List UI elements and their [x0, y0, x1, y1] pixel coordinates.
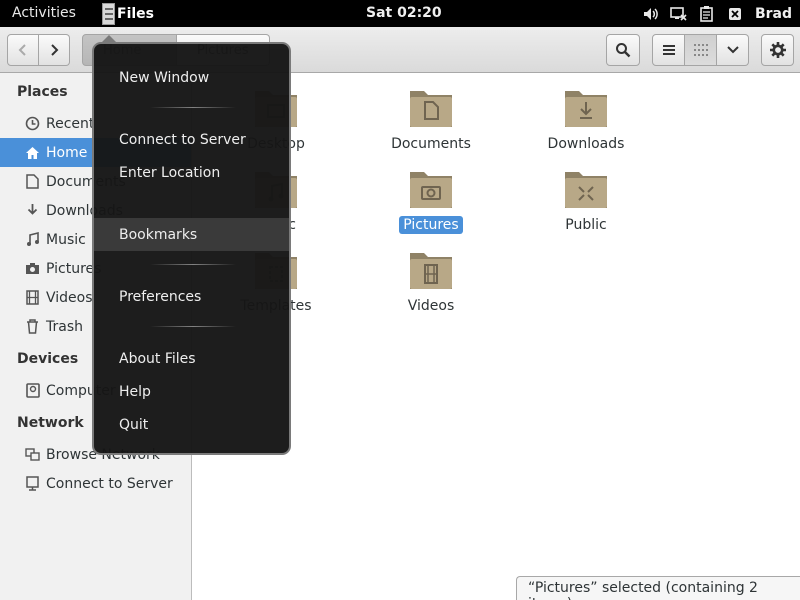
- view-options-button[interactable]: [717, 34, 749, 66]
- chevron-down-icon: [726, 46, 739, 54]
- menu-item-bookmarks[interactable]: Bookmarks: [94, 218, 289, 251]
- sidebar-item-label: Music: [46, 231, 86, 248]
- sidebar-item-connect-to-server[interactable]: Connect to Server: [0, 469, 191, 498]
- file-item-documents[interactable]: Documents: [371, 85, 491, 153]
- menu-item-new-window[interactable]: New Window: [94, 61, 289, 94]
- places-heading: Places: [17, 84, 68, 100]
- menu-item-preferences[interactable]: Preferences: [94, 280, 289, 313]
- file-item-downloads[interactable]: Downloads: [526, 85, 646, 153]
- file-item-label: Documents: [391, 136, 471, 152]
- file-item-label: Videos: [407, 298, 455, 314]
- devices-heading: Devices: [17, 351, 79, 367]
- sidebar-item-label: Recent: [46, 115, 95, 132]
- sidebar-item-label: Connect to Server: [46, 475, 173, 492]
- top-bar: Activities Files Sat 02:20 Brad: [0, 0, 800, 27]
- sidebar-item-label: Home: [46, 144, 88, 161]
- gear-icon: [769, 42, 786, 58]
- app-name: Files: [117, 5, 154, 22]
- forward-button[interactable]: [39, 34, 70, 66]
- camera-icon: [24, 260, 41, 277]
- public-folder-icon: [563, 166, 609, 210]
- document-icon: [24, 173, 41, 190]
- videos-folder-icon: [408, 247, 454, 291]
- back-button[interactable]: [7, 34, 39, 66]
- home-icon: [24, 144, 41, 161]
- menu-item-connect-to-server[interactable]: Connect to Server: [94, 123, 289, 156]
- film-icon: [24, 289, 41, 306]
- menu-item-help[interactable]: Help: [94, 375, 289, 408]
- activities-button[interactable]: Activities: [12, 5, 76, 21]
- sidebar-item-label: Trash: [46, 318, 83, 335]
- menu-separator: [150, 107, 236, 108]
- network-heading: Network: [17, 415, 84, 431]
- user-offline-icon[interactable]: [721, 0, 749, 27]
- clipboard-icon[interactable]: [693, 0, 721, 27]
- menu-item-quit[interactable]: Quit: [94, 408, 289, 441]
- chevron-left-icon: [18, 44, 26, 56]
- menu-item-enter-location[interactable]: Enter Location: [94, 156, 289, 189]
- network-icon: [24, 446, 41, 463]
- file-item-label: Pictures: [399, 216, 463, 234]
- app-menu-button[interactable]: Files: [100, 0, 154, 27]
- music-icon: [24, 231, 41, 248]
- grid-view-button[interactable]: [685, 34, 717, 66]
- file-item-videos[interactable]: Videos: [371, 247, 491, 315]
- menu-separator: [150, 326, 236, 327]
- trash-icon: [24, 318, 41, 335]
- status-bar: “Pictures” selected (containing 2 items): [516, 576, 800, 600]
- sidebar-item-label: Videos: [46, 289, 93, 306]
- server-icon: [24, 475, 41, 492]
- popup-arrow: [100, 35, 118, 44]
- volume-icon[interactable]: [637, 0, 665, 27]
- system-tray: Brad: [637, 0, 792, 27]
- chevron-right-icon: [51, 44, 59, 56]
- download-icon: [24, 202, 41, 219]
- user-menu[interactable]: Brad: [755, 6, 792, 22]
- file-item-pictures[interactable]: Pictures: [371, 166, 491, 234]
- settings-button[interactable]: [761, 34, 794, 66]
- files-app-icon: [100, 2, 116, 26]
- file-item-label: Downloads: [547, 136, 625, 152]
- documents-folder-icon: [408, 85, 454, 129]
- file-item-public[interactable]: Public: [526, 166, 646, 234]
- menu-separator: [150, 264, 236, 265]
- search-button[interactable]: [606, 34, 640, 66]
- search-icon: [616, 43, 631, 58]
- pictures-folder-icon: [408, 166, 454, 210]
- app-menu-popup: New Window Connect to Server Enter Locat…: [92, 35, 291, 455]
- menu-item-about-files[interactable]: About Files: [94, 342, 289, 375]
- grid-icon: [693, 44, 708, 56]
- drive-icon: [24, 382, 41, 399]
- list-view-button[interactable]: [652, 34, 685, 66]
- clock[interactable]: Sat 02:20: [366, 5, 442, 21]
- downloads-folder-icon: [563, 85, 609, 129]
- network-disconnected-icon[interactable]: [665, 0, 693, 27]
- clock-icon: [24, 115, 41, 132]
- file-item-label: Public: [565, 217, 607, 233]
- list-icon: [662, 45, 675, 55]
